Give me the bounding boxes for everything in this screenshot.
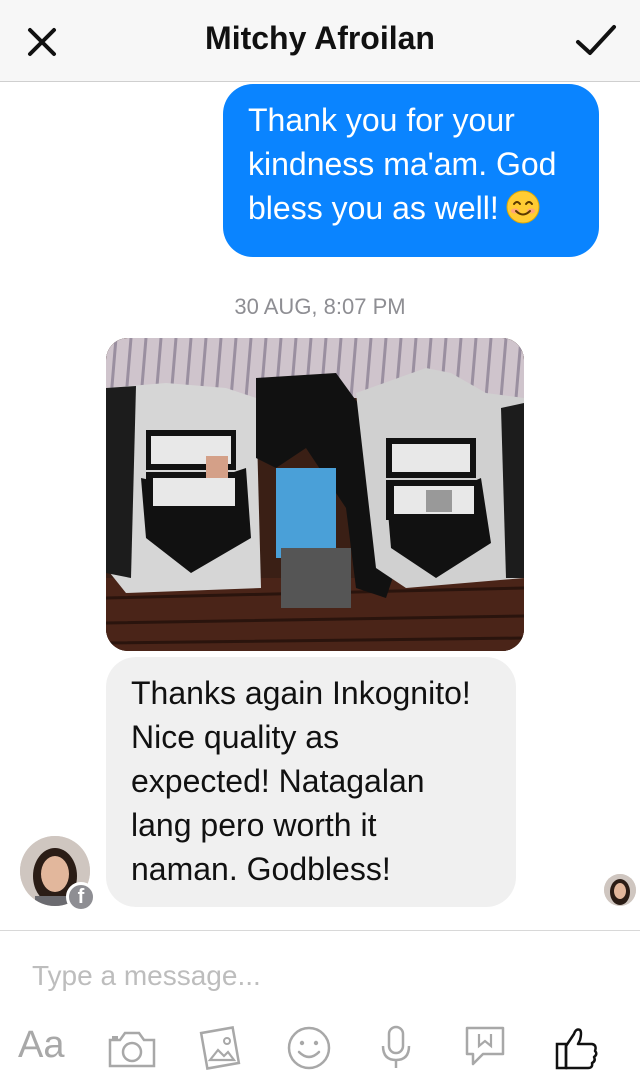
checkmark-icon[interactable]: [574, 20, 618, 60]
conversation-header: Mitchy Afroilan: [0, 0, 640, 82]
incoming-line: Nice quality as: [131, 719, 340, 755]
outgoing-line: Thank you for your: [248, 102, 515, 138]
thumbs-up-icon[interactable]: [554, 1024, 600, 1072]
outgoing-line: kindness ma'am. God: [248, 146, 557, 182]
camera-icon[interactable]: [106, 1024, 158, 1072]
sticker-icon[interactable]: [463, 1024, 507, 1072]
smiling-face-emoji-icon: [506, 190, 540, 224]
incoming-line: naman. Godbless!: [131, 851, 391, 887]
incoming-message-bubble[interactable]: Thanks again Inkognito! Nice quality as …: [106, 657, 516, 907]
incoming-line: Thanks again Inkognito!: [131, 675, 471, 711]
microphone-icon[interactable]: [378, 1024, 414, 1072]
message-timestamp: 30 AUG, 8:07 PM: [234, 294, 406, 319]
facebook-badge-icon: f: [66, 882, 96, 912]
outgoing-message-bubble[interactable]: Thank you for your kindness ma'am. God b…: [223, 84, 599, 257]
incoming-line: expected! Natagalan: [131, 763, 425, 799]
message-input[interactable]: [32, 956, 592, 996]
seen-avatar: [604, 874, 636, 906]
seen-avatar-image: [604, 874, 636, 906]
photo-attachment[interactable]: [106, 338, 524, 651]
contact-name[interactable]: Mitchy Afroilan: [0, 20, 640, 57]
text-format-icon[interactable]: Aa: [18, 1024, 64, 1067]
incoming-line: lang pero worth it: [131, 807, 377, 843]
gallery-icon[interactable]: [198, 1024, 244, 1072]
outgoing-line: bless you as well!: [248, 186, 579, 230]
emoji-icon[interactable]: [285, 1024, 333, 1072]
composer-divider: [0, 930, 640, 931]
photo-image: [106, 338, 524, 651]
